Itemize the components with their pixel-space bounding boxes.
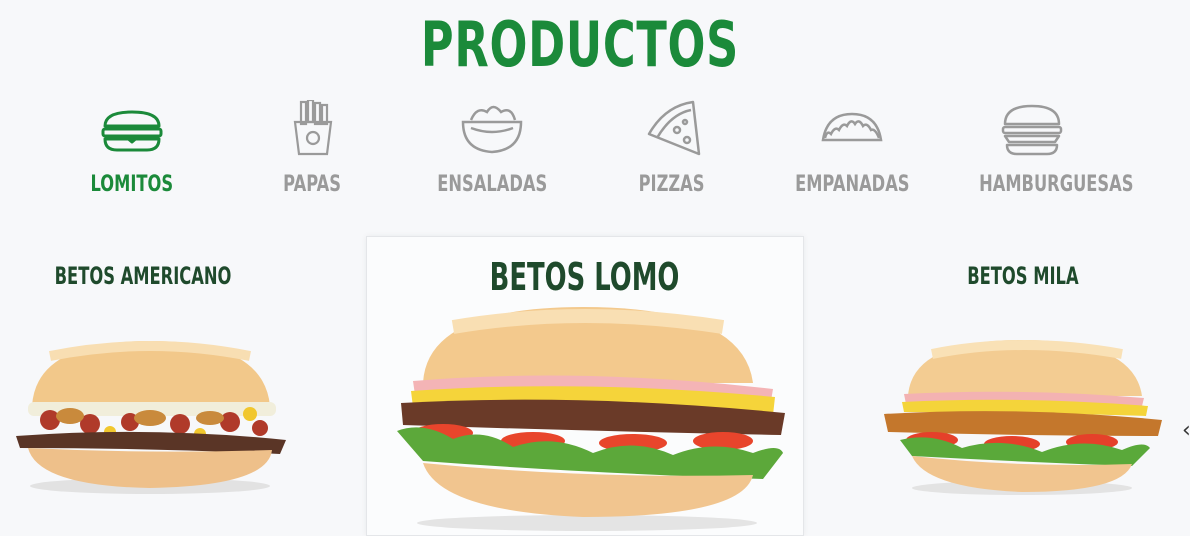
tab-lomitos[interactable]: LOMITOS xyxy=(52,100,212,197)
sandwich-icon xyxy=(101,110,163,152)
tab-label: PAPAS xyxy=(283,172,341,197)
product-name: BETOS MILA xyxy=(967,262,1079,290)
sandwich-image xyxy=(884,340,1162,495)
product-card-betos-mila[interactable]: BETOS MILA xyxy=(804,236,1190,536)
salad-bowl-icon xyxy=(461,105,523,154)
product-name: BETOS AMERICANO xyxy=(54,262,232,290)
tab-label: HAMBURGUESAS xyxy=(979,172,1134,197)
sandwich-image xyxy=(16,341,286,494)
tab-label: EMPANADAS xyxy=(794,172,910,197)
tab-label: PIZZAS xyxy=(639,172,705,197)
tab-label: LOMITOS xyxy=(90,172,174,197)
next-arrow-icon[interactable]: ‹ xyxy=(1182,418,1190,443)
fries-icon xyxy=(293,100,333,156)
product-card-betos-americano[interactable]: BETOS AMERICANO xyxy=(0,236,362,536)
sandwich-image xyxy=(397,307,785,531)
tab-pizzas[interactable]: PIZZAS xyxy=(592,100,752,197)
pizza-slice-icon xyxy=(647,100,701,156)
tab-hamburguesas[interactable]: HAMBURGUESAS xyxy=(952,100,1133,197)
tab-label: ENSALADAS xyxy=(437,172,547,197)
page-title: PRODUCTOS xyxy=(420,8,740,81)
tab-ensaladas[interactable]: ENSALADAS xyxy=(412,100,572,197)
burger-icon xyxy=(1001,104,1063,156)
tab-empanadas[interactable]: EMPANADAS xyxy=(772,100,932,197)
empanada-icon xyxy=(821,112,883,142)
tab-papas[interactable]: PAPAS xyxy=(232,100,392,197)
product-card-betos-lomo[interactable]: BETOS LOMO xyxy=(366,236,804,536)
product-name: BETOS LOMO xyxy=(490,255,680,299)
